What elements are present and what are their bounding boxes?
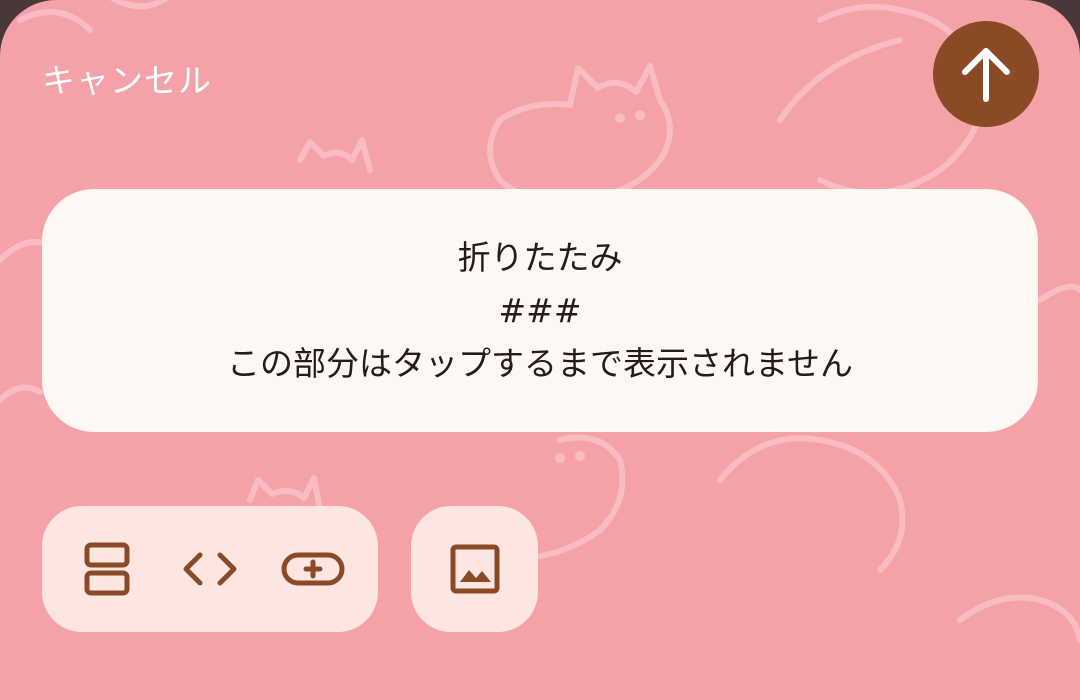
send-button[interactable]	[933, 21, 1039, 127]
insert-image-button[interactable]	[411, 506, 538, 632]
note-preview-card[interactable]: 折りたたみ ### この部分はタップするまで表示されません	[42, 189, 1038, 432]
compose-sheet: キャンセル 折りたたみ ### この部分はタップするまで表示されません	[0, 0, 1080, 700]
code-button[interactable]	[168, 527, 252, 611]
format-toolbar	[42, 506, 378, 632]
layout-split-icon	[84, 542, 130, 596]
note-separator: ###	[498, 291, 582, 330]
code-icon	[183, 552, 237, 586]
arrow-up-icon	[962, 48, 1010, 102]
fold-layout-button[interactable]	[65, 527, 149, 611]
add-button-icon	[281, 552, 345, 586]
note-fold-title: 折りたたみ	[457, 238, 623, 277]
image-icon	[450, 544, 499, 594]
cancel-button[interactable]: キャンセル	[42, 54, 212, 102]
note-hidden-content: この部分はタップするまで表示されません	[226, 344, 853, 383]
add-button-button[interactable]	[271, 527, 355, 611]
